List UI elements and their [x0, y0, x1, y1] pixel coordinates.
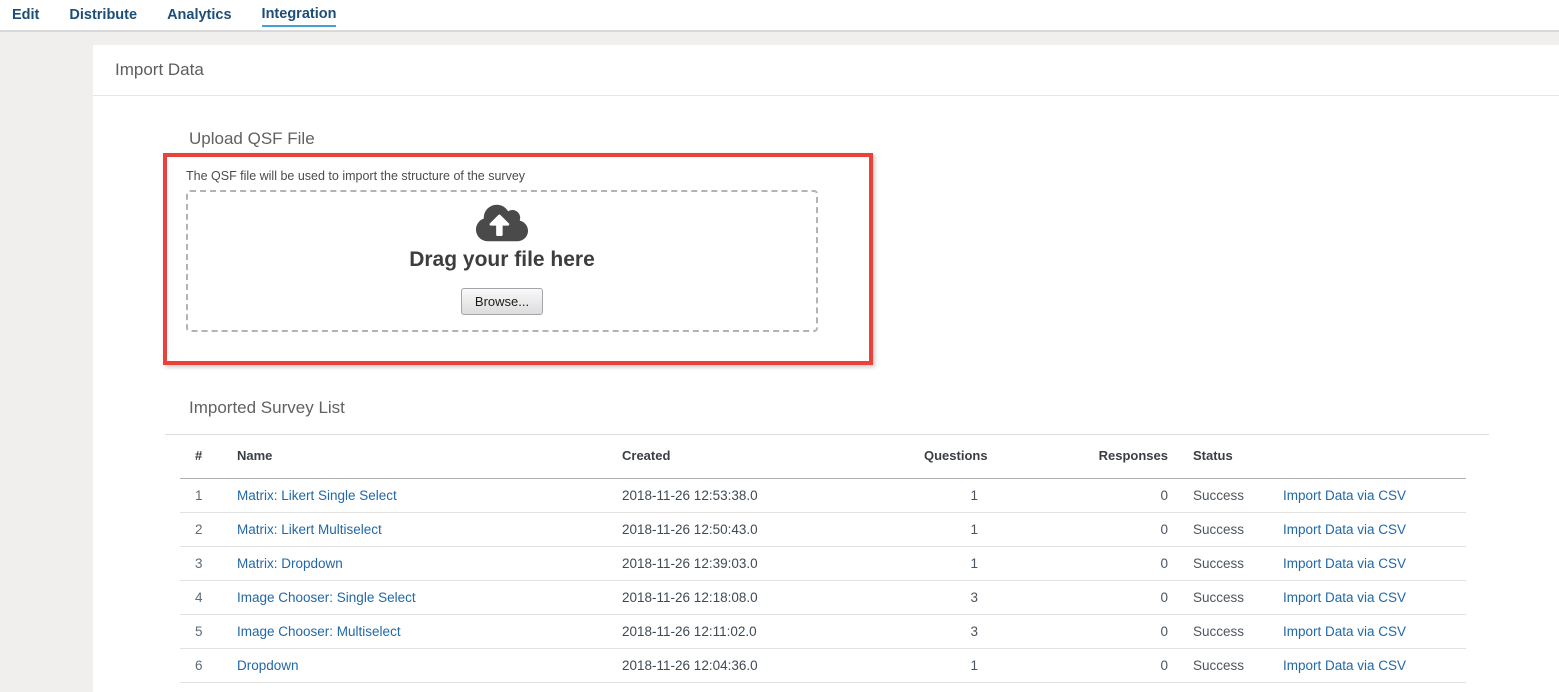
status-cell: Success	[1178, 478, 1273, 512]
upload-section-title: Upload QSF File	[189, 129, 315, 149]
table-row: 5 Image Chooser: Multiselect 2018-11-26 …	[180, 614, 1466, 648]
col-header-action	[1273, 434, 1466, 478]
col-header-created: Created	[622, 434, 924, 478]
action-cell: Import Data via CSV	[1273, 648, 1466, 682]
survey-name-cell: Matrix: Likert Multiselect	[237, 512, 622, 546]
cloud-upload-icon	[476, 202, 528, 244]
file-dropzone[interactable]: Drag your file here Browse...	[186, 190, 818, 332]
tab-edit[interactable]: Edit	[12, 5, 39, 25]
import-csv-link[interactable]: Import Data via CSV	[1283, 590, 1406, 605]
questions-cell: 1	[924, 478, 988, 512]
import-data-panel: Import Data Upload QSF File The QSF file…	[93, 45, 1559, 692]
drag-file-label: Drag your file here	[409, 248, 595, 272]
imported-survey-table: # Name Created Questions Responses Statu…	[180, 434, 1466, 683]
responses-cell: 0	[988, 512, 1178, 546]
status-cell: Success	[1178, 546, 1273, 580]
col-header-status: Status	[1178, 434, 1273, 478]
status-cell: Success	[1178, 512, 1273, 546]
status-cell: Success	[1178, 648, 1273, 682]
responses-cell: 0	[988, 478, 1178, 512]
import-csv-link[interactable]: Import Data via CSV	[1283, 488, 1406, 503]
created-cell: 2018-11-26 12:18:08.0	[622, 580, 924, 614]
page-title: Import Data	[115, 60, 204, 80]
questions-cell: 1	[924, 512, 988, 546]
survey-name-cell: Image Chooser: Multiselect	[237, 614, 622, 648]
row-number: 2	[180, 512, 237, 546]
browse-button[interactable]: Browse...	[461, 288, 543, 315]
questions-cell: 3	[924, 580, 988, 614]
upload-highlight-box: The QSF file will be used to import the …	[163, 153, 873, 365]
col-header-questions: Questions	[924, 434, 988, 478]
created-cell: 2018-11-26 12:11:02.0	[622, 614, 924, 648]
created-cell: 2018-11-26 12:50:43.0	[622, 512, 924, 546]
table-header-row: # Name Created Questions Responses Statu…	[180, 434, 1466, 478]
survey-name-cell: Matrix: Dropdown	[237, 546, 622, 580]
status-cell: Success	[1178, 614, 1273, 648]
survey-name-cell: Matrix: Likert Single Select	[237, 478, 622, 512]
table-row: 3 Matrix: Dropdown 2018-11-26 12:39:03.0…	[180, 546, 1466, 580]
survey-name-link[interactable]: Matrix: Likert Single Select	[237, 488, 397, 503]
col-header-name: Name	[237, 434, 622, 478]
questions-cell: 3	[924, 614, 988, 648]
table-row: 2 Matrix: Likert Multiselect 2018-11-26 …	[180, 512, 1466, 546]
responses-cell: 0	[988, 580, 1178, 614]
upload-description: The QSF file will be used to import the …	[186, 169, 525, 183]
responses-cell: 0	[988, 546, 1178, 580]
import-data-screen: Edit Distribute Analytics Integration Im…	[0, 0, 1559, 692]
table-row: 1 Matrix: Likert Single Select 2018-11-2…	[180, 478, 1466, 512]
survey-name-link[interactable]: Matrix: Dropdown	[237, 556, 343, 571]
status-cell: Success	[1178, 580, 1273, 614]
survey-name-link[interactable]: Matrix: Likert Multiselect	[237, 522, 382, 537]
action-cell: Import Data via CSV	[1273, 512, 1466, 546]
row-number: 5	[180, 614, 237, 648]
tab-distribute[interactable]: Distribute	[69, 5, 137, 25]
survey-name-link[interactable]: Dropdown	[237, 658, 299, 673]
questions-cell: 1	[924, 546, 988, 580]
import-csv-link[interactable]: Import Data via CSV	[1283, 522, 1406, 537]
import-csv-link[interactable]: Import Data via CSV	[1283, 624, 1406, 639]
action-cell: Import Data via CSV	[1273, 614, 1466, 648]
import-csv-link[interactable]: Import Data via CSV	[1283, 658, 1406, 673]
panel-header: Import Data	[93, 45, 1559, 96]
action-cell: Import Data via CSV	[1273, 478, 1466, 512]
survey-table-body: 1 Matrix: Likert Single Select 2018-11-2…	[180, 478, 1466, 682]
tab-integration[interactable]: Integration	[262, 4, 337, 27]
created-cell: 2018-11-26 12:39:03.0	[622, 546, 924, 580]
table-row: 4 Image Chooser: Single Select 2018-11-2…	[180, 580, 1466, 614]
action-cell: Import Data via CSV	[1273, 546, 1466, 580]
responses-cell: 0	[988, 614, 1178, 648]
survey-tabbar: Edit Distribute Analytics Integration	[0, 0, 1559, 32]
survey-name-link[interactable]: Image Chooser: Single Select	[237, 590, 416, 605]
col-header-number: #	[180, 434, 237, 478]
survey-name-link[interactable]: Image Chooser: Multiselect	[237, 624, 401, 639]
row-number: 4	[180, 580, 237, 614]
created-cell: 2018-11-26 12:53:38.0	[622, 478, 924, 512]
survey-list-section-title: Imported Survey List	[189, 398, 345, 418]
survey-name-cell: Image Chooser: Single Select	[237, 580, 622, 614]
responses-cell: 0	[988, 648, 1178, 682]
questions-cell: 1	[924, 648, 988, 682]
survey-name-cell: Dropdown	[237, 648, 622, 682]
row-number: 3	[180, 546, 237, 580]
row-number: 1	[180, 478, 237, 512]
import-csv-link[interactable]: Import Data via CSV	[1283, 556, 1406, 571]
tab-analytics[interactable]: Analytics	[167, 5, 231, 25]
col-header-responses: Responses	[988, 434, 1178, 478]
table-row: 6 Dropdown 2018-11-26 12:04:36.0 1 0 Suc…	[180, 648, 1466, 682]
action-cell: Import Data via CSV	[1273, 580, 1466, 614]
created-cell: 2018-11-26 12:04:36.0	[622, 648, 924, 682]
survey-table: # Name Created Questions Responses Statu…	[180, 434, 1466, 683]
row-number: 6	[180, 648, 237, 682]
